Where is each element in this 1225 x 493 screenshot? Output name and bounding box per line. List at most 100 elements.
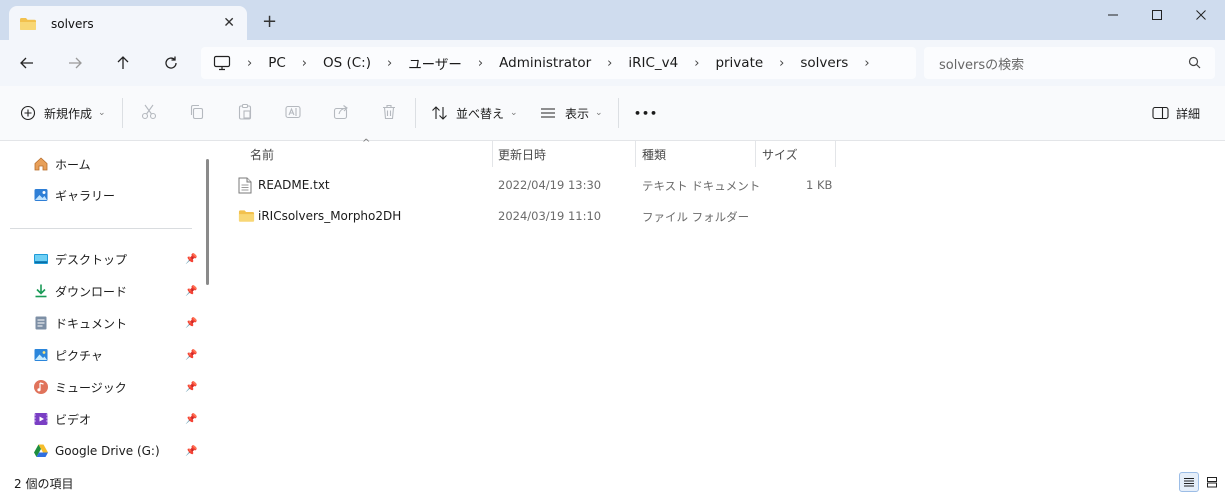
breadcrumb-private[interactable]: private	[715, 55, 763, 71]
navigation-bar: › PC › OS (C:) › ユーザー › Administrator › …	[0, 40, 1225, 86]
minimize-button[interactable]	[1090, 3, 1136, 27]
sidebar-item-downloads[interactable]: ダウンロード	[33, 280, 127, 302]
sort-icon	[432, 106, 447, 120]
sidebar-item-documents[interactable]: ドキュメント	[33, 312, 127, 334]
refresh-button[interactable]	[159, 51, 183, 75]
tiles-view-button[interactable]	[1202, 472, 1222, 492]
back-button[interactable]	[15, 51, 39, 75]
file-list: ^ 名前 更新日時 種類 サイズ README.txt 2022/04/19 1…	[216, 138, 1225, 471]
copy-button[interactable]	[188, 103, 208, 123]
new-button[interactable]: 新規作成 ⌄	[20, 102, 106, 124]
column-header-size[interactable]: サイズ	[762, 141, 798, 167]
sidebar-item-label: ダウンロード	[55, 284, 128, 299]
minimize-icon	[1108, 14, 1118, 16]
close-tab-icon[interactable]: ✕	[223, 15, 235, 31]
arrow-right-icon	[69, 57, 82, 69]
column-header-name[interactable]: 名前	[250, 141, 274, 167]
status-bar: 2 個の項目	[0, 471, 1225, 493]
column-header-modified[interactable]: 更新日時	[498, 141, 546, 167]
new-label: 新規作成	[44, 106, 93, 121]
paste-button[interactable]	[236, 103, 256, 123]
search-icon	[1188, 56, 1201, 73]
sidebar-divider	[10, 228, 192, 229]
sidebar-item-home[interactable]: ホーム	[33, 153, 91, 175]
sort-label: 並べ替え	[456, 106, 505, 121]
breadcrumb-iric-v4[interactable]: iRIC_v4	[628, 55, 678, 71]
refresh-icon	[165, 56, 177, 69]
sidebar-item-music[interactable]: ミュージック	[33, 376, 127, 398]
title-bar: solvers ✕ +	[0, 0, 1225, 42]
sidebar-item-label: ピクチャ	[55, 348, 103, 363]
sidebar-item-label: ホーム	[55, 157, 91, 172]
table-row[interactable]: iRICsolvers_Morpho2DH 2024/03/19 11:10 フ…	[238, 205, 838, 229]
pictures-icon	[33, 347, 49, 363]
cut-button[interactable]	[140, 103, 160, 123]
tab-solvers[interactable]: solvers ✕	[9, 6, 247, 42]
chevron-right-icon: ›	[607, 55, 613, 71]
chevron-down-icon: ⌄	[98, 108, 106, 118]
arrow-left-icon	[20, 57, 33, 69]
scissors-icon	[141, 104, 157, 120]
view-button[interactable]: 表示 ⌄	[540, 102, 603, 124]
copy-icon	[190, 104, 204, 120]
search-input[interactable]: solversの検索	[924, 47, 1215, 79]
text-file-icon	[238, 177, 252, 197]
breadcrumb-administrator[interactable]: Administrator	[499, 55, 591, 71]
home-icon	[33, 156, 49, 172]
forward-button[interactable]	[63, 51, 87, 75]
sidebar-item-desktop[interactable]: デスクトップ	[33, 248, 127, 270]
chevron-down-icon: ⌄	[595, 108, 603, 118]
up-button[interactable]	[111, 51, 135, 75]
navigation-pane: ホーム ギャラリー デスクトップ 📌 ダウンロード 📌 ドキュメント 📌 ピクチ…	[0, 141, 216, 471]
arrow-up-icon	[117, 56, 129, 69]
sidebar-scrollbar[interactable]	[206, 159, 209, 285]
file-type: テキスト ドキュメント	[642, 179, 761, 193]
tab-title: solvers	[51, 17, 94, 31]
chevron-right-icon: ›	[779, 55, 785, 71]
column-divider[interactable]	[755, 141, 756, 167]
share-button[interactable]	[332, 103, 352, 123]
rename-button[interactable]	[284, 103, 304, 123]
folder-icon	[238, 209, 255, 226]
column-divider[interactable]	[635, 141, 636, 167]
sidebar-item-google-drive[interactable]: Google Drive (G:)	[33, 440, 160, 462]
new-tab-button[interactable]: +	[262, 11, 277, 32]
details-view-button[interactable]	[1179, 472, 1199, 492]
breadcrumb-users[interactable]: ユーザー	[408, 53, 462, 73]
breadcrumb-solvers[interactable]: solvers	[800, 55, 848, 71]
download-icon	[33, 283, 49, 299]
sort-ascending-icon: ^	[362, 138, 371, 149]
column-divider[interactable]	[835, 141, 836, 167]
view-label: 表示	[565, 106, 590, 121]
more-options-button[interactable]: •••	[634, 102, 658, 124]
sidebar-item-videos[interactable]: ビデオ	[33, 408, 91, 430]
delete-button[interactable]	[380, 103, 400, 123]
close-icon	[1196, 10, 1206, 20]
column-divider[interactable]	[492, 141, 493, 167]
sort-button[interactable]: 並べ替え ⌄	[431, 102, 518, 124]
pin-icon: 📌	[185, 382, 198, 393]
plus-circle-icon	[20, 105, 36, 121]
rename-icon	[285, 105, 301, 119]
desktop-icon	[33, 251, 49, 267]
file-modified: 2022/04/19 13:30	[498, 178, 602, 192]
address-bar[interactable]: › PC › OS (C:) › ユーザー › Administrator › …	[201, 47, 916, 79]
sidebar-item-pictures[interactable]: ピクチャ	[33, 344, 103, 366]
search-placeholder: solversの検索	[939, 57, 1025, 73]
breadcrumb-os-c[interactable]: OS (C:)	[323, 55, 371, 71]
sidebar-item-gallery[interactable]: ギャラリー	[33, 184, 115, 206]
file-name: iRICsolvers_Morpho2DH	[258, 209, 402, 223]
command-bar: 新規作成 ⌄ 並べ替え ⌄ 表示 ⌄ ••• 詳細	[0, 86, 1225, 141]
table-row[interactable]: README.txt 2022/04/19 13:30 テキスト ドキュメント …	[238, 174, 838, 198]
pin-icon: 📌	[185, 350, 198, 361]
toolbar-divider	[618, 98, 619, 128]
breadcrumb-pc[interactable]: PC	[268, 55, 286, 71]
column-header-type[interactable]: 種類	[642, 141, 666, 167]
tiles-view-icon	[1207, 477, 1217, 488]
details-view-icon	[1184, 478, 1194, 487]
chevron-right-icon[interactable]: ›	[864, 56, 869, 71]
maximize-button[interactable]	[1134, 3, 1180, 27]
details-pane-button[interactable]: 詳細	[1152, 102, 1200, 124]
close-window-button[interactable]	[1178, 3, 1224, 27]
chevron-down-icon: ⌄	[510, 108, 518, 118]
